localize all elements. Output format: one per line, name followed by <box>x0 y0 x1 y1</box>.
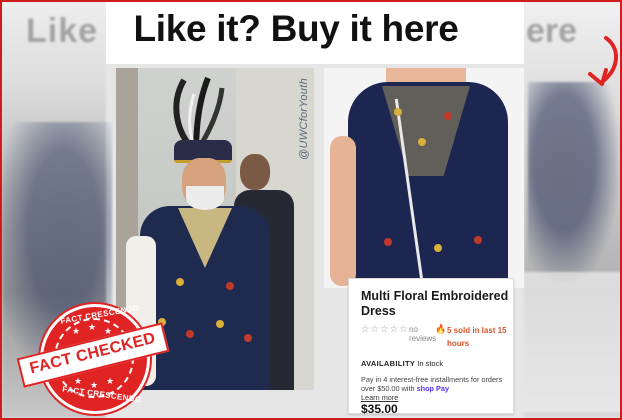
embroidery-flower <box>216 320 224 328</box>
embroidery-flower <box>176 278 184 286</box>
reviews-label: no reviews <box>409 325 437 343</box>
watermark: @UWCforYouth <box>298 78 310 161</box>
rating-stars[interactable]: ☆☆☆☆☆ <box>361 324 409 335</box>
arm <box>330 136 356 286</box>
fact-checked-stamp: FACT CRESCENDO ★ ★ ★ ★ ★ ★ FACT CHECKED … <box>16 302 170 414</box>
headline: Like it? Buy it here <box>133 8 459 49</box>
embroidery-flower <box>394 108 402 116</box>
embroidery-flower <box>384 238 392 246</box>
learn-more-link[interactable]: Learn more <box>361 393 398 402</box>
embroidery-flower <box>444 112 452 120</box>
guard-head <box>240 154 270 190</box>
embroidery-flower <box>434 244 442 252</box>
availability-value: In stock <box>417 359 444 368</box>
availability-label: AVAILABILITY <box>361 359 416 368</box>
ghost-headline-right: ere <box>526 12 578 50</box>
header-banner: Like it? Buy it here <box>106 2 618 86</box>
availability: AVAILABILITY In stock <box>361 359 443 368</box>
fire-icon: 🔥 <box>435 324 447 334</box>
embroidery-flower <box>474 236 482 244</box>
embroidery-flower <box>244 334 252 342</box>
star-icon: ★ <box>72 326 81 336</box>
arrow-icon <box>588 36 618 86</box>
embroidery-flower <box>226 282 234 290</box>
star-icon: ★ <box>88 322 97 332</box>
shop-pay-badge: shop Pay <box>416 384 450 393</box>
embroidery-flower <box>186 330 194 338</box>
post-frame: Like ere Like it? Buy it here @UWCforYou… <box>0 0 622 420</box>
product-card: Multi Floral Embroidered Dress ☆☆☆☆☆ no … <box>348 278 514 416</box>
star-icon: ★ <box>106 376 115 386</box>
photo-dress-product <box>324 68 524 288</box>
beard <box>186 186 224 210</box>
installments-text: Pay in 4 interest-free installments for … <box>361 375 509 393</box>
product-title[interactable]: Multi Floral Embroidered Dress <box>361 289 509 319</box>
sold-label: 5 sold in last 15 hours <box>447 326 507 348</box>
ghost-dress <box>528 82 618 282</box>
price: $35.00 <box>361 402 398 416</box>
ghost-headline-left: Like <box>26 12 99 50</box>
ghost-card <box>524 272 620 412</box>
embroidery-flower <box>418 138 426 146</box>
